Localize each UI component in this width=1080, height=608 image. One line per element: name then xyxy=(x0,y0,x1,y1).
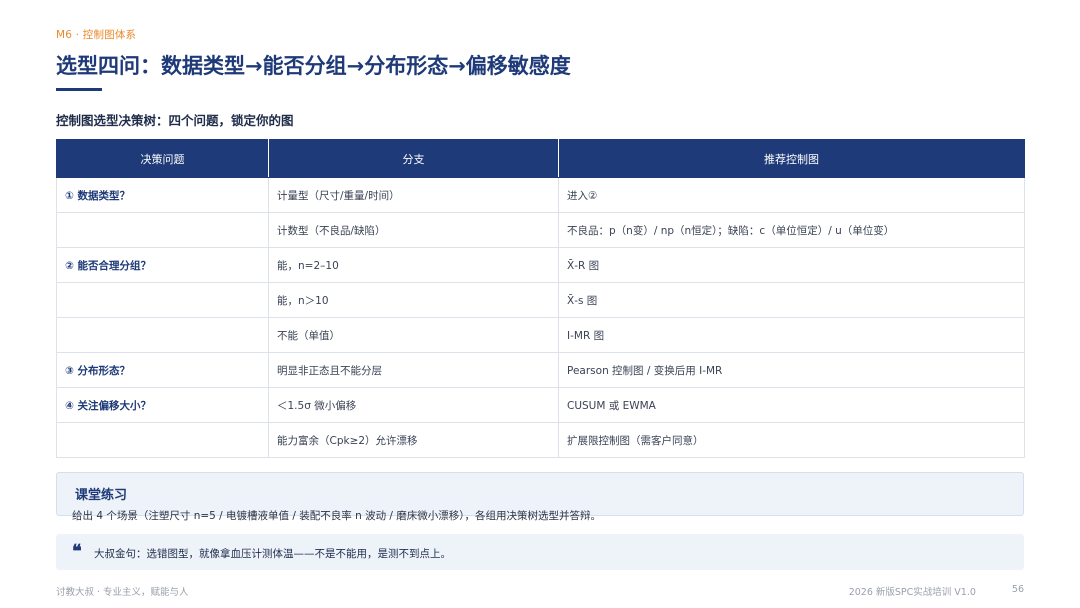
chart-cell: X̄-R 图 xyxy=(558,247,1025,283)
table-row: 能力富余（Cpk≥2）允许漂移 扩展限控制图（需客户同意） xyxy=(56,422,1025,458)
table-row: ③ 分布形态？ 明显非正态且不能分层 Pearson 控制图 / 变换后用 I-… xyxy=(56,352,1025,388)
question-cell: ② 能否合理分组？ xyxy=(56,247,269,283)
exercise-title: 课堂练习 xyxy=(75,488,128,503)
question-cell xyxy=(56,422,269,458)
footer-right: 2026 新版SPC实战培训 V1.0 56 xyxy=(849,584,1024,598)
chart-cell: 进入② xyxy=(558,177,1025,213)
table-row: ① 数据类型？ 计量型（尺寸/重量/时间） 进入② xyxy=(56,177,1025,213)
chart-cell: 不良品：p（n变）/ np（n恒定）；缺陷：c（单位恒定）/ u（单位变） xyxy=(558,212,1025,248)
question-cell xyxy=(56,317,269,353)
chart-cell: Pearson 控制图 / 变换后用 I-MR xyxy=(558,352,1025,388)
decision-table: 决策问题 分支 推荐控制图 ① 数据类型？ 计量型（尺寸/重量/时间） 进入② … xyxy=(56,139,1025,458)
branch-cell: 能，n=2–10 xyxy=(268,247,559,283)
branch-cell: 能，n＞10 xyxy=(268,282,559,318)
branch-cell: 不能（单值） xyxy=(268,317,559,353)
header-chart: 推荐控制图 xyxy=(558,139,1025,178)
question-cell: ① 数据类型？ xyxy=(56,177,269,213)
table-row: 不能（单值） I-MR 图 xyxy=(56,317,1025,353)
header-branch: 分支 xyxy=(268,139,559,178)
quote-text: 大叔金句：选错图型，就像拿血压计测体温——不是不能用，是测不到点上。 xyxy=(94,548,451,560)
page-title: 选型四问：数据类型→能否分组→分布形态→偏移敏感度 xyxy=(56,54,571,78)
question-cell: ④ 关注偏移大小？ xyxy=(56,387,269,423)
page-subtitle: 控制图选型决策树：四个问题，锁定你的图 xyxy=(56,113,294,128)
question-cell xyxy=(56,282,269,318)
table-row: ② 能否合理分组？ 能，n=2–10 X̄-R 图 xyxy=(56,247,1025,283)
question-cell: ③ 分布形态？ xyxy=(56,352,269,388)
table-row: ④ 关注偏移大小？ ＜1.5σ 微小偏移 CUSUM 或 EWMA xyxy=(56,387,1025,423)
header-question: 决策问题 xyxy=(56,139,269,178)
chart-cell: CUSUM 或 EWMA xyxy=(558,387,1025,423)
branch-cell: 计量型（尺寸/重量/时间） xyxy=(268,177,559,213)
branch-cell: 明显非正态且不能分层 xyxy=(268,352,559,388)
table-row: 能，n＞10 X̄-s 图 xyxy=(56,282,1025,318)
exercise-body: 给出 4 个场景（注塑尺寸 n=5 / 电镀槽液单值 / 装配不良率 n 波动 … xyxy=(72,510,602,522)
chart-cell: I-MR 图 xyxy=(558,317,1025,353)
table-row: 计数型（不良品/缺陷） 不良品：p（n变）/ np（n恒定）；缺陷：c（单位恒定… xyxy=(56,212,1025,248)
chart-cell: 扩展限控制图（需客户同意） xyxy=(558,422,1025,458)
quote-icon: ❝ xyxy=(72,541,82,562)
chart-cell: X̄-s 图 xyxy=(558,282,1025,318)
question-cell xyxy=(56,212,269,248)
section-kicker: M6 · 控制图体系 xyxy=(56,29,137,41)
branch-cell: 计数型（不良品/缺陷） xyxy=(268,212,559,248)
table-header-row: 决策问题 分支 推荐控制图 xyxy=(56,139,1025,178)
page-number: 56 xyxy=(1011,584,1024,595)
branch-cell: 能力富余（Cpk≥2）允许漂移 xyxy=(268,422,559,458)
branch-cell: ＜1.5σ 微小偏移 xyxy=(268,387,559,423)
footer-tagline: 讨教大叔 · 专业主义，赋能与人 xyxy=(56,587,189,598)
quote-box: ❝ 大叔金句：选错图型，就像拿血压计测体温——不是不能用，是测不到点上。 xyxy=(56,534,1024,570)
footer-course: 2026 新版SPC实战培训 V1.0 xyxy=(848,587,976,598)
title-underline xyxy=(56,88,102,91)
